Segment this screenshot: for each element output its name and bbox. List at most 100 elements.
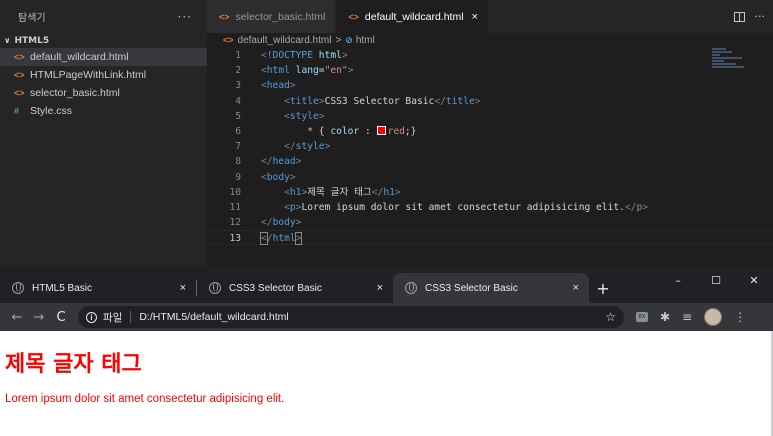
scheme-label: 파일 bbox=[103, 311, 123, 324]
window-controls: – ☐ ✕ bbox=[659, 266, 773, 294]
line-number: 5 bbox=[235, 110, 241, 122]
file-item-default-wildcard[interactable]: <> default_wildcard.html bbox=[0, 48, 207, 66]
close-icon[interactable]: × bbox=[377, 282, 383, 294]
address-bar[interactable]: i 파일 D:/HTML5/default_wildcard.html ☆ bbox=[78, 306, 624, 328]
code-editor[interactable]: 1 <!DOCTYPE html> 2 <html lang="en"> 3 <hea… bbox=[207, 48, 773, 246]
code-line: 4 <title>CSS3 Selector Basic</title> bbox=[207, 94, 773, 109]
html-file-icon: <> bbox=[348, 11, 359, 22]
profile-avatar[interactable] bbox=[704, 308, 723, 326]
line-number: 3 bbox=[235, 80, 241, 92]
media-control-icon[interactable]: ≡ bbox=[682, 310, 692, 324]
minimize-button[interactable]: – bbox=[659, 274, 697, 287]
omnibox-divider bbox=[130, 311, 132, 323]
file-item-style-css[interactable]: # Style.css bbox=[0, 102, 207, 120]
page-paragraph: Lorem ipsum dolor sit amet consectetur a… bbox=[5, 393, 285, 405]
close-icon[interactable]: × bbox=[180, 282, 186, 294]
breadcrumb-separator: > bbox=[335, 34, 342, 46]
webpage-content: 제목 글자 태그 Lorem ipsum dolor sit amet cons… bbox=[0, 331, 773, 436]
code-line: 12 </body> bbox=[207, 215, 773, 230]
line-number: 12 bbox=[229, 217, 241, 229]
html-file-icon: <> bbox=[14, 88, 25, 98]
symbol-icon: ⊘ bbox=[345, 34, 353, 45]
chrome-window: HTML5 Basic × CSS3 Selector Basic × CSS3… bbox=[0, 266, 773, 436]
browser-tab-css3-selector-basic[interactable]: CSS3 Selector Basic × bbox=[197, 273, 393, 303]
url-text[interactable]: D:/HTML5/default_wildcard.html bbox=[139, 311, 288, 323]
line-number: 10 bbox=[229, 186, 241, 198]
info-icon[interactable]: i bbox=[86, 311, 97, 323]
chrome-menu-icon[interactable]: ⋮ bbox=[734, 310, 746, 324]
file-item-selector-basic[interactable]: <> selector_basic.html bbox=[0, 84, 207, 102]
color-swatch[interactable] bbox=[376, 125, 386, 135]
breadcrumb-symbol[interactable]: html bbox=[356, 35, 375, 46]
globe-icon bbox=[12, 282, 24, 294]
line-number: 2 bbox=[235, 65, 241, 77]
html-file-icon: <> bbox=[219, 11, 230, 22]
close-window-button[interactable]: ✕ bbox=[735, 274, 773, 287]
close-icon[interactable]: × bbox=[573, 282, 579, 294]
chevron-down-icon: ∨ bbox=[4, 36, 11, 45]
code-line: 6 * { color : red;} bbox=[207, 124, 773, 139]
editor-area: <> selector_basic.html <> default_wildca… bbox=[207, 0, 773, 266]
tab-label: selector_basic.html bbox=[235, 10, 326, 23]
file-label: HTMLPageWithLink.html bbox=[30, 69, 147, 81]
code-line: 10 <h1>제목 글자 태그</h1> bbox=[207, 185, 773, 200]
browser-toolbar: ← → C i 파일 D:/HTML5/default_wildcard.htm… bbox=[0, 303, 773, 331]
html-file-icon: <> bbox=[14, 70, 25, 80]
tab-title: CSS3 Selector Basic bbox=[229, 282, 322, 294]
breadcrumb-file[interactable]: default_wildcard.html bbox=[238, 35, 332, 46]
editor-tab-selector-basic[interactable]: <> selector_basic.html bbox=[207, 0, 337, 33]
line-number: 4 bbox=[235, 95, 241, 107]
file-label: Style.css bbox=[30, 105, 73, 117]
line-number: 7 bbox=[235, 141, 241, 153]
editor-actions: ··· bbox=[733, 0, 773, 33]
explorer-title: 탐색기 bbox=[18, 13, 46, 24]
tab-title: CSS3 Selector Basic bbox=[425, 282, 518, 294]
html-file-icon: <> bbox=[223, 35, 234, 45]
explorer-more-icon[interactable]: ··· bbox=[178, 10, 192, 24]
reload-button[interactable]: C bbox=[50, 310, 72, 325]
breadcrumb: <> default_wildcard.html > ⊘ html bbox=[207, 33, 773, 47]
line-number: 1 bbox=[235, 50, 241, 61]
editor-tabbar: <> selector_basic.html <> default_wildca… bbox=[207, 0, 773, 33]
forward-button[interactable]: → bbox=[28, 310, 50, 325]
maximize-button[interactable]: ☐ bbox=[697, 274, 735, 287]
bookmark-star-icon[interactable]: ☆ bbox=[605, 310, 616, 324]
back-button[interactable]: ← bbox=[6, 310, 28, 325]
line-number: 6 bbox=[235, 125, 241, 137]
css-file-icon: # bbox=[14, 106, 20, 116]
browser-tab-css3-selector-basic-active[interactable]: CSS3 Selector Basic × bbox=[393, 273, 589, 303]
explorer-sidebar: 탐색기 ··· ∨ HTML5 <> default_wildcard.html… bbox=[0, 0, 207, 266]
code-line: 9 <body> bbox=[207, 170, 773, 185]
editor-more-icon[interactable]: ··· bbox=[755, 10, 766, 23]
code-line: 2 <html lang="en"> bbox=[207, 63, 773, 78]
globe-icon bbox=[405, 282, 417, 294]
explorer-header: 탐색기 ··· bbox=[0, 0, 207, 33]
file-label: default_wildcard.html bbox=[30, 51, 129, 63]
line-number: 9 bbox=[235, 171, 241, 183]
chrome-tabstrip: HTML5 Basic × CSS3 Selector Basic × CSS3… bbox=[0, 266, 773, 303]
file-label: selector_basic.html bbox=[30, 87, 120, 99]
code-line: 8 </head> bbox=[207, 154, 773, 169]
code-line: 5 <style> bbox=[207, 109, 773, 124]
browser-tab-html5-basic[interactable]: HTML5 Basic × bbox=[0, 273, 196, 303]
page-heading: 제목 글자 태그 bbox=[5, 352, 142, 377]
file-item-htmlpagewithlink[interactable]: <> HTMLPageWithLink.html bbox=[0, 66, 207, 84]
globe-icon bbox=[209, 282, 221, 294]
extensions-puzzle-icon[interactable]: ✱ bbox=[660, 310, 670, 324]
editor-scrollbar[interactable] bbox=[760, 48, 773, 248]
line-number: 8 bbox=[235, 156, 241, 168]
code-line-current: 13 </html> bbox=[207, 230, 773, 246]
tab-title: HTML5 Basic bbox=[32, 282, 93, 294]
code-line: 11 <p>Lorem ipsum dolor sit amet consect… bbox=[207, 200, 773, 215]
extension-icon[interactable]: EX bbox=[636, 312, 648, 322]
code-line: 1 <!DOCTYPE html> bbox=[207, 48, 773, 63]
close-icon[interactable]: × bbox=[472, 11, 478, 23]
split-editor-icon[interactable] bbox=[733, 11, 745, 22]
line-number: 11 bbox=[229, 201, 241, 213]
line-number: 13 bbox=[229, 233, 241, 245]
tab-label: default_wildcard.html bbox=[364, 10, 464, 23]
folder-html5[interactable]: ∨ HTML5 bbox=[0, 33, 207, 48]
editor-tab-default-wildcard[interactable]: <> default_wildcard.html × bbox=[336, 0, 489, 33]
minimap[interactable] bbox=[712, 48, 752, 78]
new-tab-button[interactable]: + bbox=[589, 273, 617, 303]
